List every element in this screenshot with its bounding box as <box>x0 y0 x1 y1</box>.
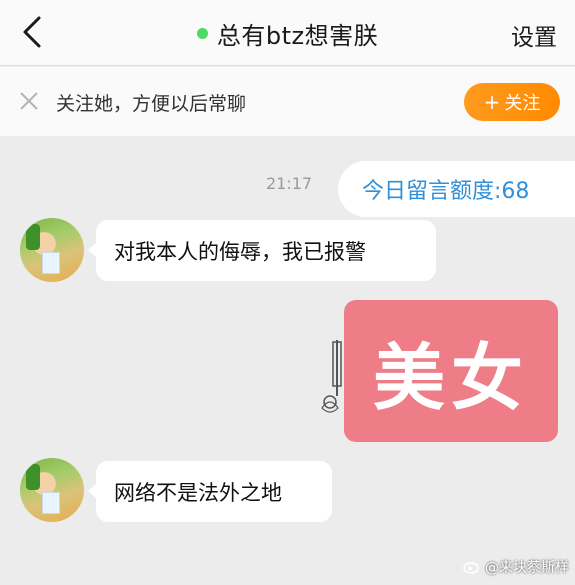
plus-icon: + <box>483 90 501 114</box>
follow-button[interactable]: + 关注 <box>464 83 560 121</box>
follow-button-label: 关注 <box>504 93 541 114</box>
settings-button[interactable]: 设置 <box>511 18 557 52</box>
watermark-text: @来块蔡斯样 <box>485 560 569 576</box>
online-status-dot <box>196 27 208 39</box>
chat-header: 总有btz想害朕 设置 <box>0 0 575 66</box>
flower-decoration-icon <box>321 340 342 413</box>
avatar[interactable] <box>20 458 84 522</box>
page-title: 总有btz想害朕 <box>216 21 379 50</box>
message-text: 网络不是法外之地 <box>114 480 282 505</box>
message-timestamp: 21:17 <box>266 174 313 193</box>
sticker-message[interactable]: 美女 <box>344 300 558 442</box>
message-text: 对我本人的侮辱，我已报警 <box>114 239 366 264</box>
message-bubble-received[interactable]: 网络不是法外之地 <box>88 461 332 522</box>
message-bubble-received[interactable]: 对我本人的侮辱，我已报警 <box>88 220 436 281</box>
follow-prompt-text: 关注她，方便以后常聊 <box>56 93 247 115</box>
avatar[interactable] <box>20 218 84 282</box>
message-quota-bubble: 今日留言额度:68 <box>338 161 575 217</box>
title-group: 总有btz想害朕 <box>0 0 575 66</box>
weibo-logo-icon <box>463 562 479 574</box>
close-icon[interactable] <box>18 90 40 112</box>
follow-prompt-bar: 关注她，方便以后常聊 + 关注 <box>0 67 575 136</box>
watermark: @来块蔡斯样 <box>463 557 569 577</box>
